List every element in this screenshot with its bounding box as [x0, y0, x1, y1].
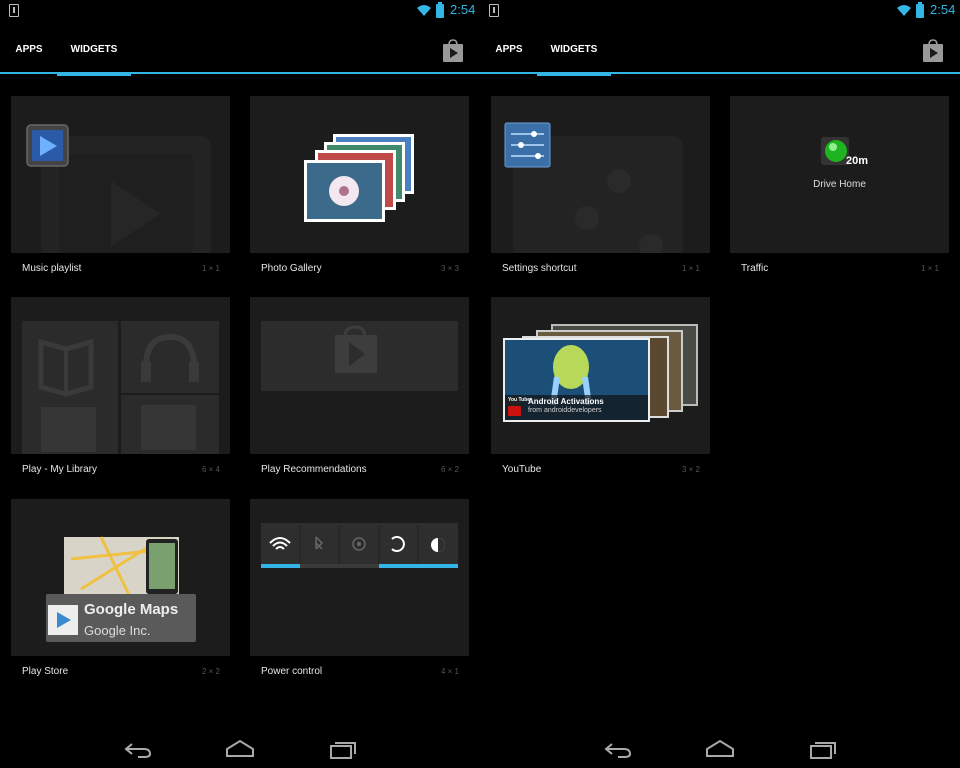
- widget-settings-shortcut[interactable]: Settings shortcut 1 × 1: [491, 96, 710, 280]
- play-store-app-title: Google Maps: [84, 601, 179, 618]
- widget-name: Photo Gallery: [261, 263, 322, 274]
- widget-name: Music playlist: [22, 263, 82, 274]
- navigation-bar: [0, 730, 480, 768]
- widgets-pane-left: 2:54 APPS WIDGETS Music playlist 1 × 1 P…: [0, 0, 480, 768]
- widget-name: Play - My Library: [22, 464, 98, 475]
- widget-play-recommendations[interactable]: Play Recommendations 6 × 2: [250, 297, 469, 481]
- play-store-app-developer: Google Inc.: [84, 623, 151, 638]
- play-recommendations-preview: [261, 321, 458, 391]
- widget-dims: 1 × 1: [681, 264, 700, 273]
- wifi-icon: [417, 5, 431, 16]
- power-control-preview: [261, 523, 458, 568]
- home-icon[interactable]: [224, 738, 256, 760]
- traffic-preview: [821, 137, 849, 165]
- widget-preview: You Tube Android Activations from androi…: [491, 297, 710, 454]
- widget-traffic[interactable]: 20m Drive Home Traffic 1 × 1: [730, 96, 949, 280]
- traffic-eta: 20m: [846, 155, 869, 167]
- home-icon[interactable]: [704, 738, 736, 760]
- music-playlist-preview: [26, 124, 211, 253]
- widget-preview: [250, 96, 469, 253]
- battery-icon: [436, 2, 444, 18]
- widget-preview: [491, 96, 710, 253]
- back-icon[interactable]: [602, 738, 634, 760]
- widget-name: Play Recommendations: [261, 464, 367, 475]
- settings-shortcut-preview: [504, 122, 683, 253]
- status-bar: 2:54: [0, 0, 480, 22]
- play-store-icon[interactable]: [921, 39, 945, 63]
- widgets-pane-right: 2:54 APPS WIDGETS Settings shortcut 1 × …: [480, 0, 960, 768]
- tab-widgets[interactable]: WIDGETS: [57, 38, 131, 76]
- tab-apps[interactable]: APPS: [6, 38, 52, 74]
- tab-bar: APPS WIDGETS: [480, 22, 960, 76]
- status-clock: 2:54: [450, 2, 476, 17]
- wifi-icon: [897, 5, 911, 16]
- widget-preview: [11, 297, 230, 454]
- play-store-icon[interactable]: [441, 39, 465, 63]
- tab-bar: APPS WIDGETS: [0, 22, 480, 76]
- widget-youtube[interactable]: You Tube Android Activations from androi…: [491, 297, 710, 481]
- widget-dims: 3 × 2: [681, 465, 700, 474]
- recent-apps-icon[interactable]: [806, 738, 838, 760]
- tab-widgets[interactable]: WIDGETS: [537, 38, 611, 76]
- play-my-library-preview: [22, 321, 219, 454]
- widget-name: Settings shortcut: [502, 263, 577, 274]
- widget-dims: 1 × 1: [920, 264, 939, 273]
- back-icon[interactable]: [122, 738, 154, 760]
- notification-icon: [489, 4, 499, 17]
- widget-dims: 6 × 4: [201, 465, 220, 474]
- widget-music-playlist[interactable]: Music playlist 1 × 1: [11, 96, 230, 280]
- recent-apps-icon[interactable]: [326, 738, 358, 760]
- navigation-bar: [480, 730, 960, 768]
- widget-dims: 1 × 1: [201, 264, 220, 273]
- status-bar: 2:54: [480, 0, 960, 22]
- widget-preview: Google Maps Google Inc.: [11, 499, 230, 656]
- widget-play-store[interactable]: Google Maps Google Inc. Play Store 2 × 2: [11, 499, 230, 683]
- widget-name: Traffic: [741, 263, 769, 274]
- youtube-video-title: Android Activations: [528, 397, 604, 406]
- widget-name: Power control: [261, 666, 323, 677]
- widget-preview: 20m Drive Home: [730, 96, 949, 253]
- widget-photo-gallery[interactable]: Photo Gallery 3 × 3: [250, 96, 469, 280]
- widget-dims: 6 × 2: [440, 465, 459, 474]
- traffic-destination: Drive Home: [813, 179, 866, 190]
- youtube-channel: from androiddevelopers: [528, 407, 602, 414]
- widget-name: Play Store: [22, 666, 69, 677]
- youtube-logo: You Tube: [508, 397, 531, 403]
- widget-dims: 4 × 1: [440, 667, 459, 676]
- widget-preview: [11, 96, 230, 253]
- widget-preview: [250, 297, 469, 454]
- widget-play-my-library[interactable]: Play - My Library 6 × 4: [11, 297, 230, 481]
- photo-gallery-preview: [304, 134, 414, 222]
- widget-dims: 3 × 3: [440, 264, 459, 273]
- widget-preview: [250, 499, 469, 656]
- widget-power-control[interactable]: Power control 4 × 1: [250, 499, 469, 683]
- widget-name: YouTube: [502, 464, 542, 475]
- tab-apps[interactable]: APPS: [486, 38, 532, 74]
- notification-icon: [9, 4, 19, 17]
- status-clock: 2:54: [930, 2, 956, 17]
- battery-icon: [916, 2, 924, 18]
- widget-dims: 2 × 2: [201, 667, 220, 676]
- youtube-preview: [503, 324, 698, 422]
